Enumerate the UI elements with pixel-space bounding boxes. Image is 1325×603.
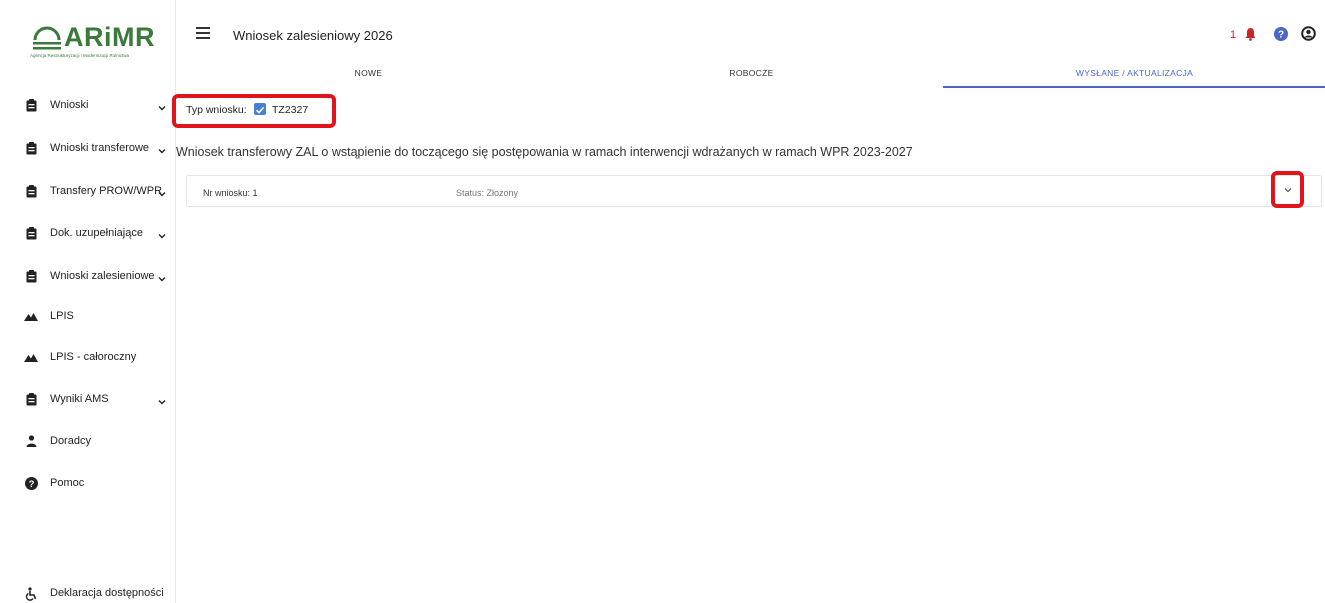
type-checkbox[interactable] <box>254 103 266 115</box>
main-content: Typ wniosku: TZ2327 Wniosek transferowy … <box>172 88 1325 603</box>
chevron-down-icon[interactable] <box>157 143 167 154</box>
logo-mark-icon <box>33 26 61 50</box>
sidebar-item-label: Deklaracja dostępności <box>50 587 164 599</box>
help-icon: ? <box>24 476 38 490</box>
sidebar-item-wyniki-ams[interactable]: Wyniki AMS <box>0 388 176 410</box>
sidebar-item-label: LPIS <box>50 310 74 322</box>
logo-subtitle: Agencja Restrukturyzacji i Modernizacji … <box>30 53 130 58</box>
clipboard-icon <box>24 226 38 240</box>
clipboard-icon <box>24 98 38 112</box>
logo-text: ARiMR <box>64 22 155 52</box>
sidebar-item-accessibility[interactable]: Deklaracja dostępności <box>0 585 176 603</box>
top-bar: Wniosek zalesieniowy 2026 1 ? <box>177 0 1325 50</box>
filter-value: TZ2327 <box>272 104 309 116</box>
clipboard-icon <box>24 392 38 406</box>
sidebar-item-label: Dok. uzupełniające <box>50 227 143 239</box>
notification-count: 1 <box>1230 29 1237 41</box>
sidebar-item-label: Transfery PROW/WPR <box>50 185 163 197</box>
chevron-down-icon[interactable] <box>157 186 167 197</box>
clipboard-icon <box>24 269 38 283</box>
sidebar-item-label: Wnioski <box>50 99 89 111</box>
sidebar-item-wnioski-transferowe[interactable]: Wnioski transferowe <box>0 137 176 159</box>
sidebar: ARiMR Agencja Restrukturyzacji i Moderni… <box>0 0 176 603</box>
sidebar-item-label: Wnioski transferowe <box>50 142 150 154</box>
menu-icon[interactable] <box>196 27 210 39</box>
chevron-down-icon[interactable] <box>157 228 167 239</box>
sidebar-item-label: Wyniki AMS <box>50 393 109 405</box>
arimr-logo[interactable]: ARiMR Agencja Restrukturyzacji i Moderni… <box>30 22 155 62</box>
sidebar-item-label: LPIS - całoroczny <box>50 351 137 363</box>
tab-bar: NOWE ROBOCZE WYSŁANE / AKTUALIZACJA <box>177 56 1325 88</box>
tab-wyslane-aktualizacja[interactable]: WYSŁANE / AKTUALIZACJA <box>943 56 1325 88</box>
clipboard-icon <box>24 184 38 198</box>
filter-label: Typ wniosku: <box>186 104 247 116</box>
expand-button[interactable] <box>1271 171 1304 208</box>
clipboard-icon <box>24 141 38 155</box>
mountain-icon <box>24 309 38 323</box>
chevron-down-icon[interactable] <box>157 394 167 405</box>
sidebar-item-pomoc[interactable]: ? Pomoc <box>0 472 176 494</box>
sidebar-item-lpis[interactable]: LPIS <box>0 305 176 327</box>
svg-text:?: ? <box>28 479 34 490</box>
application-status: Status: Złożony <box>456 188 519 198</box>
tab-robocze[interactable]: ROBOCZE <box>560 56 943 88</box>
sidebar-item-label: Pomoc <box>50 477 85 489</box>
person-icon <box>24 434 38 448</box>
sidebar-item-transfery-prow-wpr[interactable]: Transfery PROW/WPR <box>0 180 176 202</box>
bell-icon[interactable] <box>1244 27 1257 41</box>
sidebar-item-label: Doradcy <box>50 435 91 447</box>
chevron-down-icon <box>1284 188 1292 193</box>
chevron-down-icon[interactable] <box>157 271 167 282</box>
tab-nowe[interactable]: NOWE <box>177 56 560 88</box>
check-icon <box>255 106 265 114</box>
page-title: Wniosek zalesieniowy 2026 <box>233 28 393 43</box>
svg-text:?: ? <box>1278 30 1284 41</box>
sidebar-item-wnioski-zalesieniowe[interactable]: Wnioski zalesieniowe <box>0 265 176 287</box>
accessibility-icon <box>24 587 38 601</box>
sidebar-item-wnioski[interactable]: Wnioski <box>0 94 176 116</box>
sidebar-item-doradcy[interactable]: Doradcy <box>0 430 176 452</box>
app-window: ARiMR Agencja Restrukturyzacji i Moderni… <box>0 0 1325 603</box>
sidebar-item-label: Wnioski zalesieniowe <box>50 270 155 282</box>
chevron-down-icon[interactable] <box>157 100 167 111</box>
help-icon[interactable]: ? <box>1274 27 1288 41</box>
application-number: Nr wniosku: 1 <box>203 188 258 198</box>
sidebar-item-lpis-całoroczny[interactable]: LPIS - całoroczny <box>0 346 176 368</box>
user-icon[interactable] <box>1301 26 1316 41</box>
application-row[interactable]: Nr wniosku: 1 Status: Złożony <box>186 175 1322 207</box>
section-title: Wniosek transferowy ZAL o wstąpienie do … <box>176 145 913 159</box>
mountain-icon <box>24 350 38 364</box>
sidebar-item-dok-uzupełniające[interactable]: Dok. uzupełniające <box>0 222 176 244</box>
